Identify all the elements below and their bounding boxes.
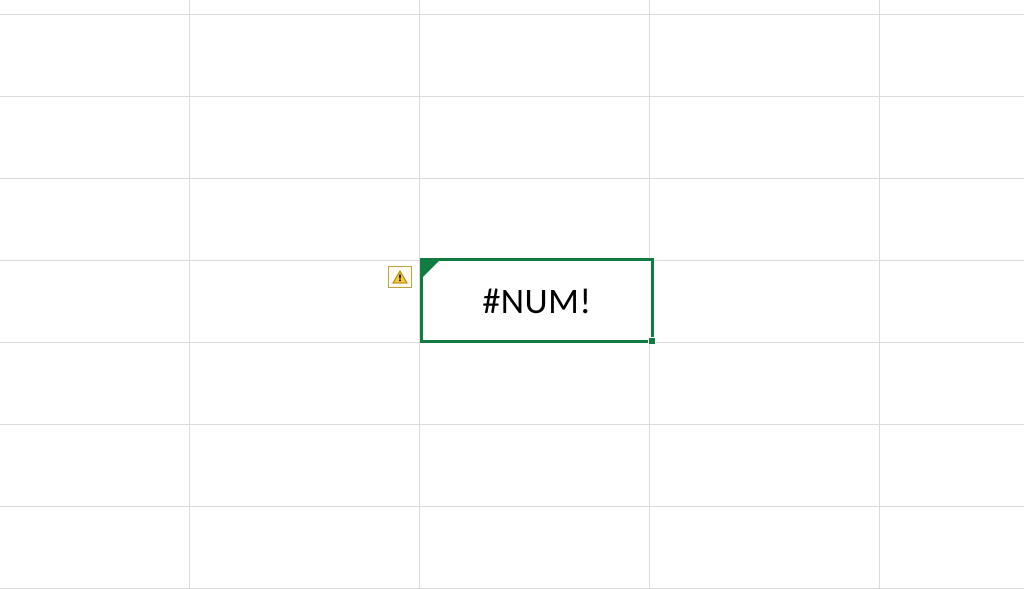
cell[interactable] — [650, 179, 880, 261]
cell[interactable] — [880, 97, 1024, 179]
cell[interactable] — [880, 179, 1024, 261]
error-indicator-button[interactable] — [388, 266, 412, 288]
cell[interactable] — [190, 0, 420, 15]
cell[interactable] — [420, 15, 650, 97]
cell[interactable] — [650, 97, 880, 179]
cell[interactable] — [880, 343, 1024, 425]
selected-cell[interactable]: #NUM! — [420, 258, 654, 343]
cell[interactable] — [650, 425, 880, 507]
cell[interactable] — [190, 15, 420, 97]
cell[interactable] — [650, 343, 880, 425]
cell[interactable] — [420, 507, 650, 589]
cell[interactable] — [420, 425, 650, 507]
cell[interactable] — [650, 15, 880, 97]
cell[interactable] — [0, 97, 190, 179]
cell[interactable] — [880, 261, 1024, 343]
cell[interactable] — [190, 261, 420, 343]
cell[interactable] — [0, 15, 190, 97]
cell[interactable] — [420, 179, 650, 261]
cell[interactable] — [0, 0, 190, 15]
cell[interactable] — [880, 425, 1024, 507]
cell[interactable] — [0, 179, 190, 261]
cell[interactable] — [0, 507, 190, 589]
fill-handle[interactable] — [648, 337, 656, 345]
cell[interactable] — [0, 343, 190, 425]
cell[interactable] — [0, 261, 190, 343]
cell[interactable] — [880, 0, 1024, 15]
cell-error-marker-icon — [423, 261, 439, 277]
cell[interactable] — [880, 15, 1024, 97]
cell[interactable] — [190, 343, 420, 425]
cell[interactable] — [190, 507, 420, 589]
cell-value: #NUM! — [482, 279, 591, 323]
cell[interactable] — [650, 0, 880, 15]
cell[interactable] — [420, 97, 650, 179]
cell[interactable] — [0, 425, 190, 507]
cell[interactable] — [880, 507, 1024, 589]
cell[interactable] — [190, 97, 420, 179]
cell[interactable] — [190, 179, 420, 261]
warning-icon — [392, 270, 408, 284]
cell[interactable] — [190, 425, 420, 507]
cell[interactable] — [420, 0, 650, 15]
cell[interactable] — [650, 261, 880, 343]
cell[interactable] — [420, 343, 650, 425]
cell[interactable] — [650, 507, 880, 589]
